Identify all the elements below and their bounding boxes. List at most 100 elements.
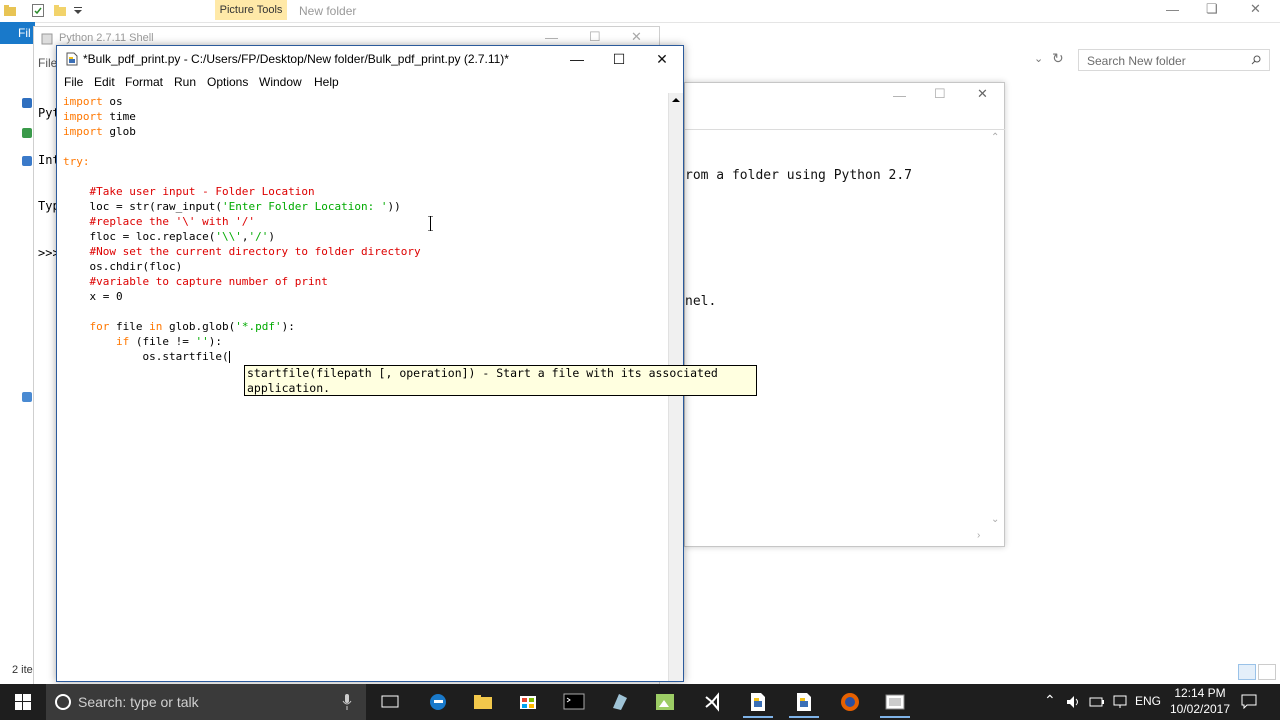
large-icons-view-button[interactable]: [1258, 664, 1276, 680]
explorer-close-button[interactable]: ✕: [1250, 1, 1261, 17]
taskbar-search-placeholder: Search: type or talk: [78, 694, 199, 710]
string-literal: '*.pdf': [235, 320, 282, 333]
customize-qat-icon[interactable]: [72, 4, 84, 17]
code-line: os.chdir(floc): [63, 260, 183, 273]
code-text: ):: [281, 320, 295, 333]
chevron-down-icon[interactable]: ⌄: [1034, 52, 1043, 65]
code-comment: #replace the '\' with '/': [63, 215, 256, 228]
scroll-up-icon[interactable]: ⌃: [991, 132, 999, 143]
network-icon[interactable]: [22, 392, 32, 402]
code-text: glob: [102, 125, 136, 138]
image-editor-icon[interactable]: [650, 688, 680, 716]
menu-run[interactable]: Run: [174, 75, 196, 89]
windows-taskbar: Search: type or talk ⌃ ENG 12:14 PM 10/0…: [0, 684, 1280, 720]
python-file-icon: [66, 52, 78, 66]
menu-file[interactable]: File: [64, 75, 83, 89]
editor-menubar: File Edit Format Run Options Window Help: [57, 73, 683, 93]
python-idle-taskbar-icon[interactable]: [743, 688, 773, 718]
explorer-status-text: 2 ite: [12, 664, 33, 676]
volume-icon[interactable]: [1066, 695, 1080, 709]
menu-format[interactable]: Format: [125, 75, 163, 89]
scroll-right-icon[interactable]: ›: [977, 530, 980, 541]
insertion-caret: [228, 351, 230, 363]
shell-minimize-button[interactable]: —: [545, 30, 558, 45]
keyword: import: [63, 125, 103, 138]
scroll-down-icon[interactable]: ⌄: [991, 514, 999, 525]
ribbon-context-tab-picture-tools[interactable]: Picture Tools: [215, 0, 287, 20]
code-text: file: [109, 320, 150, 333]
network-icon[interactable]: [1112, 695, 1128, 709]
shell-menu-file[interactable]: File: [38, 56, 57, 70]
bg-close-button[interactable]: ✕: [977, 86, 988, 102]
code-text: os.startfile(: [63, 350, 229, 363]
shell-close-button[interactable]: ✕: [631, 29, 642, 45]
explorer-restore-button[interactable]: ❏: [1206, 1, 1218, 17]
editor-close-button[interactable]: ✕: [640, 46, 684, 73]
bg-text-line: nel.: [685, 294, 717, 309]
code-text: ):: [208, 335, 222, 348]
visual-studio-icon[interactable]: [697, 688, 727, 716]
explorer-search-input[interactable]: Search New folder: [1078, 49, 1270, 71]
clock-date[interactable]: 10/02/2017: [1166, 702, 1234, 716]
code-text: loc = str(raw_input(: [63, 200, 222, 213]
string-literal: '/': [248, 230, 269, 243]
refresh-icon[interactable]: ↻: [1052, 50, 1064, 67]
details-view-button[interactable]: [1238, 664, 1256, 680]
code-text: os: [102, 95, 123, 108]
action-center-icon[interactable]: [1241, 694, 1257, 709]
bg-maximize-button[interactable]: ☐: [934, 86, 946, 102]
menu-help[interactable]: Help: [314, 75, 339, 89]
windows-start-icon[interactable]: [0, 684, 46, 720]
code-comment: #Take user input - Folder Location: [63, 185, 315, 198]
this-pc-icon[interactable]: [22, 156, 32, 166]
menu-window[interactable]: Window: [259, 75, 302, 89]
string-literal: '': [195, 335, 209, 348]
file-explorer-icon[interactable]: [468, 688, 498, 716]
bg-minimize-button[interactable]: —: [893, 88, 906, 103]
keyword: in: [149, 320, 163, 333]
quick-access-toolbar: [4, 3, 94, 19]
editor-maximize-button[interactable]: ☐: [597, 46, 641, 73]
code-text: ): [268, 230, 275, 243]
calltip-line: startfile(filepath [, operation]) - Star…: [247, 366, 718, 380]
explorer-navigation-pane: [0, 44, 32, 684]
calltip-tooltip: startfile(filepath [, operation]) - Star…: [244, 365, 757, 396]
folder-icon[interactable]: [4, 4, 16, 17]
battery-icon[interactable]: [1089, 696, 1105, 708]
background-document-window: — ☐ ✕ rom a folder using Python 2.7 nel.…: [684, 82, 1005, 547]
shell-window-title: Python 2.7.11 Shell: [59, 32, 154, 44]
python-editor-taskbar-icon[interactable]: [789, 688, 819, 718]
firefox-icon[interactable]: [835, 688, 865, 716]
new-folder-icon[interactable]: [54, 4, 66, 17]
taskbar-search-box[interactable]: Search: type or talk: [46, 684, 366, 720]
bg-text-line: rom a folder using Python 2.7: [685, 168, 912, 183]
shell-maximize-button[interactable]: ☐: [589, 29, 601, 45]
input-language-indicator[interactable]: ENG: [1135, 694, 1161, 708]
code-line: loc = str(raw_input('Enter Folder Locati…: [63, 200, 400, 214]
explorer-file-tab[interactable]: Fil: [0, 22, 35, 44]
explorer-minimize-button[interactable]: —: [1166, 2, 1179, 17]
command-prompt-icon[interactable]: [559, 688, 589, 716]
screen-recorder-icon[interactable]: [880, 688, 910, 718]
scroll-up-arrow-icon[interactable]: [669, 93, 683, 107]
microphone-icon[interactable]: [342, 694, 352, 710]
editor-titlebar: *Bulk_pdf_print.py - C:/Users/FP/Desktop…: [57, 46, 683, 73]
string-literal: '\\': [215, 230, 242, 243]
keyword: try:: [63, 155, 90, 168]
clock-time[interactable]: 12:14 PM: [1166, 686, 1234, 700]
search-icon[interactable]: [1251, 55, 1261, 65]
python-icon: [41, 33, 53, 45]
onedrive-icon[interactable]: [22, 128, 32, 138]
properties-icon[interactable]: [32, 4, 44, 17]
quick-access-icon[interactable]: [22, 98, 32, 108]
store-icon[interactable]: [513, 688, 543, 716]
show-hidden-icons-chevron-icon[interactable]: ⌃: [1044, 692, 1056, 709]
menu-options[interactable]: Options: [207, 75, 248, 89]
task-view-icon[interactable]: [375, 688, 405, 716]
sticky-app-icon[interactable]: [605, 688, 635, 716]
editor-minimize-button[interactable]: —: [555, 46, 599, 73]
background-document-body: rom a folder using Python 2.7 nel. ⌃ ⌄ ›: [685, 129, 1005, 548]
edge-browser-icon[interactable]: [423, 688, 453, 716]
code-line: try:: [63, 155, 90, 169]
menu-edit[interactable]: Edit: [94, 75, 115, 89]
